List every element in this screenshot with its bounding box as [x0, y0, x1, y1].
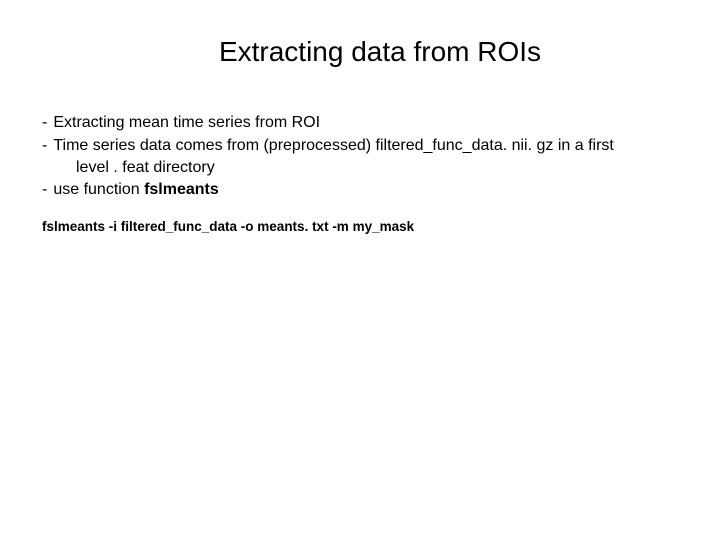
bullet-content: use function fslmeants [53, 179, 678, 201]
body-text: - Extracting mean time series from ROI -… [42, 112, 678, 237]
bullet-item: - Time series data comes from (preproces… [42, 135, 678, 157]
bullet-bold: fslmeants [144, 181, 219, 198]
command-line: fslmeants -i filtered_func_data -o meant… [42, 218, 678, 236]
bullet-dash: - [42, 135, 53, 157]
slide: Extracting data from ROIs - Extracting m… [0, 0, 720, 540]
bullet-item: - use function fslmeants [42, 179, 678, 201]
bullet-continuation: level . feat directory [42, 157, 678, 179]
bullet-content: Time series data comes from (preprocesse… [53, 135, 678, 157]
bullet-content: Extracting mean time series from ROI [53, 112, 678, 134]
bullet-dash: - [42, 179, 53, 201]
bullet-dash: - [42, 112, 53, 134]
bullet-text: use function [53, 181, 144, 198]
bullet-item: - Extracting mean time series from ROI [42, 112, 678, 134]
slide-title: Extracting data from ROIs [42, 36, 678, 68]
